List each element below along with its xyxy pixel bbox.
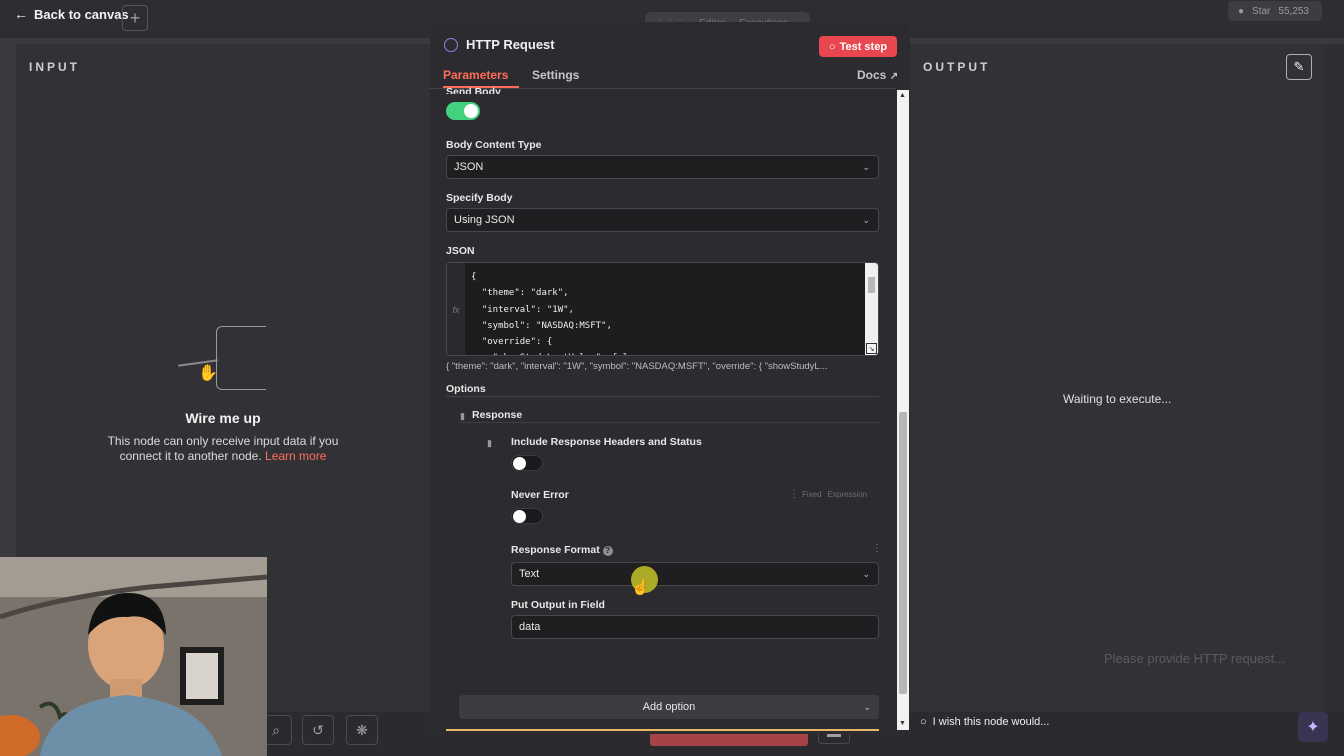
canvas-edge [1324, 44, 1344, 712]
include-headers-toggle[interactable] [511, 455, 543, 471]
chevron-down-icon: ⌄ [863, 702, 871, 712]
json-code[interactable]: { "theme": "dark", "interval": "1W", "sy… [471, 269, 639, 355]
options-label: Options [446, 383, 486, 395]
put-output-value: data [519, 621, 541, 633]
zoom-out-icon: ⌕ [272, 721, 280, 738]
debug-button[interactable]: ❋ [346, 715, 378, 745]
webcam-overlay [0, 557, 267, 756]
json-preview: { "theme": "dark", "interval": "1W", "sy… [446, 361, 828, 372]
hand-cursor-icon: ☝ [631, 579, 650, 596]
undo-icon: ↺ [312, 721, 324, 738]
chevron-down-icon: ⌄ [862, 161, 870, 172]
lightbulb-icon: ○ [920, 716, 927, 728]
star-label: Star [1252, 5, 1271, 17]
body-content-type-select[interactable]: JSON ⌄ [446, 155, 879, 179]
json-label: JSON [446, 245, 475, 257]
docs-link[interactable]: Docs ↗ [857, 68, 898, 82]
sparkle-icon: ✦ [1306, 719, 1320, 736]
add-option-label: Add option [642, 701, 696, 713]
never-error-label: Never Error [511, 489, 569, 501]
panel-bottom-accent [446, 729, 879, 731]
response-divider [458, 422, 879, 423]
send-body-toggle[interactable] [446, 102, 480, 120]
back-to-canvas-link[interactable]: ← Back to canvas [14, 6, 129, 22]
parameters-scrollbar-thumb[interactable] [899, 412, 907, 694]
options-divider [446, 396, 879, 397]
globe-icon [444, 37, 458, 52]
hand-pointer-icon: ✋ [198, 365, 218, 382]
add-option-button[interactable]: Add option ⌄ [459, 695, 879, 719]
fixed-option[interactable]: Fixed [802, 490, 822, 499]
scroll-down-icon[interactable]: ▼ [899, 720, 906, 727]
bug-icon: ❋ [356, 721, 368, 738]
add-node-button[interactable]: + [122, 5, 148, 31]
wire-me-up-description: This node can only receive input data if… [96, 434, 350, 464]
output-panel-title: OUTPUT [923, 60, 991, 74]
external-link-icon: ↗ [889, 71, 899, 82]
specify-body-select[interactable]: Using JSON ⌄ [446, 208, 879, 232]
feedback-link[interactable]: ○ I wish this node would... [920, 716, 1049, 728]
toggle-knob [513, 510, 526, 523]
put-output-label: Put Output in Field [511, 599, 605, 611]
response-format-select[interactable]: Text ⌄ [511, 562, 879, 586]
tab-settings[interactable]: Settings [532, 68, 579, 82]
body-content-type-label: Body Content Type [446, 139, 542, 151]
chevron-down-icon: ⌄ [862, 214, 870, 225]
body-content-type-value: JSON [454, 161, 484, 173]
output-panel [910, 44, 1324, 712]
include-headers-label: Include Response Headers and Status [511, 436, 702, 448]
response-format-value: Text [519, 568, 540, 580]
flask-icon: ○ [828, 40, 836, 53]
input-panel-title: INPUT [29, 60, 80, 74]
waiting-to-execute-text: Waiting to execute... [1063, 392, 1172, 406]
json-editor[interactable]: fx { "theme": "dark", "interval": "1W", … [446, 262, 879, 356]
feedback-text: I wish this node would... [932, 716, 1050, 728]
trash-icon[interactable]: ▮ [460, 411, 465, 422]
faded-toast-text: Please provide HTTP request... [1104, 651, 1286, 666]
expression-gutter: fx [447, 263, 465, 355]
send-body-label: Send Body [446, 86, 501, 94]
response-group-label: Response [472, 409, 523, 421]
response-format-label: Response Format? [511, 544, 613, 556]
edit-output-button[interactable]: ✎ [1286, 54, 1312, 80]
plus-icon: + [129, 7, 141, 28]
specify-body-value: Using JSON [454, 214, 515, 226]
trash-icon[interactable]: ▮ [487, 438, 492, 449]
star-count: 55,253 [1278, 5, 1309, 17]
learn-more-link[interactable]: Learn more [265, 449, 326, 463]
ai-assistant-button[interactable]: ✦ [1298, 712, 1328, 742]
github-icon: ● [1238, 5, 1245, 17]
github-star-button[interactable]: ● Star 55,253 [1228, 1, 1322, 21]
scroll-up-icon[interactable]: ▲ [899, 92, 906, 99]
never-error-toggle[interactable] [511, 508, 543, 524]
tab-parameters[interactable]: Parameters [443, 68, 508, 82]
pencil-icon: ✎ [1293, 59, 1305, 74]
response-format-text: Response Format [511, 544, 600, 556]
node-title-text: HTTP Request [466, 37, 555, 52]
json-scrollbar-thumb[interactable] [868, 277, 875, 293]
webcam-person-image [0, 557, 267, 756]
node-title[interactable]: HTTP Request [444, 37, 555, 52]
fixed-expression-switch[interactable]: Fixed Expression [802, 490, 867, 499]
help-icon[interactable]: ? [602, 546, 613, 556]
put-output-field-input[interactable]: data [511, 615, 879, 639]
more-options-icon[interactable]: ⋮ [789, 489, 799, 500]
toggle-knob [464, 104, 478, 118]
test-step-button[interactable]: ○ Test step [819, 36, 897, 57]
resize-icon[interactable]: ↘ [866, 343, 877, 354]
expression-option[interactable]: Expression [828, 490, 868, 499]
execute-workflow-button[interactable] [650, 732, 808, 746]
arrow-left-icon: ← [14, 6, 28, 22]
docs-label: Docs [857, 68, 887, 82]
back-to-canvas-label: Back to canvas [34, 6, 129, 22]
undo-button[interactable]: ↺ [302, 715, 334, 745]
wire-me-up-title: Wire me up [185, 410, 261, 426]
toggle-knob [513, 457, 526, 470]
more-options-icon[interactable]: ⋮ [872, 543, 882, 554]
chevron-down-icon: ⌄ [862, 568, 870, 579]
specify-body-label: Specify Body [446, 192, 513, 204]
test-step-label: Test step [839, 40, 888, 53]
node-outline-illustration [216, 326, 266, 390]
